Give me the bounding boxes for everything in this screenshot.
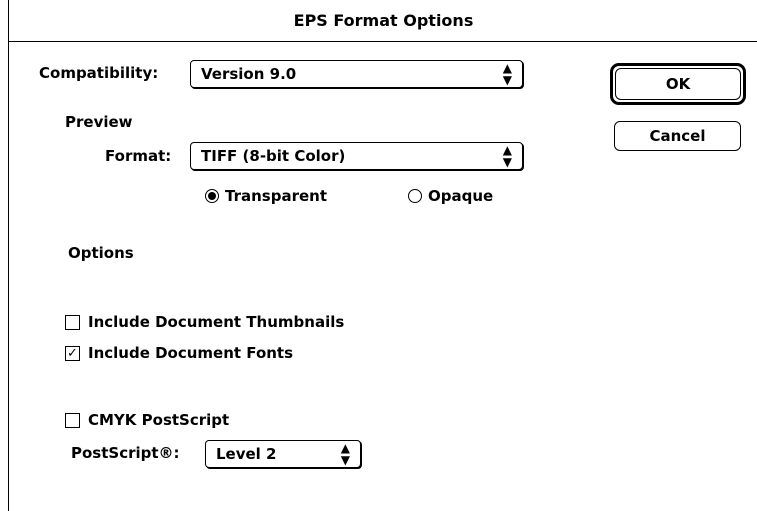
preview-heading: Preview <box>65 113 133 131</box>
compatibility-value: Version 9.0 <box>201 65 297 83</box>
updown-arrows-icon: ▲ ▼ <box>340 441 350 467</box>
updown-arrows-icon: ▲ ▼ <box>502 61 512 87</box>
compatibility-label: Compatibility: <box>39 64 159 82</box>
radio-button-unselected[interactable] <box>408 189 422 203</box>
updown-arrows-icon: ▲ ▼ <box>502 143 512 169</box>
ok-button[interactable]: OK <box>615 68 741 100</box>
radio-opaque-label: Opaque <box>428 187 494 205</box>
format-popup[interactable]: TIFF (8-bit Color) ▲ ▼ <box>190 142 523 170</box>
cancel-button[interactable]: Cancel <box>614 121 741 151</box>
eps-format-options-dialog: EPS Format Options Compatibility: Versio… <box>8 0 757 511</box>
format-value: TIFF (8-bit Color) <box>201 147 346 165</box>
cmyk-postscript-checkbox[interactable]: CMYK PostScript <box>65 411 229 429</box>
include-thumbnails-checkbox[interactable]: Include Document Thumbnails <box>65 313 344 331</box>
compatibility-popup[interactable]: Version 9.0 ▲ ▼ <box>190 60 523 88</box>
radio-transparent[interactable]: Transparent <box>205 187 327 205</box>
postscript-level-popup[interactable]: Level 2 ▲ ▼ <box>205 440 361 468</box>
radio-button-selected[interactable] <box>205 189 219 203</box>
cmyk-postscript-label: CMYK PostScript <box>88 411 230 429</box>
radio-transparent-label: Transparent <box>225 187 327 205</box>
include-fonts-label: Include Document Fonts <box>88 344 294 362</box>
postscript-level-value: Level 2 <box>216 445 277 463</box>
include-thumbnails-label: Include Document Thumbnails <box>88 313 345 331</box>
postscript-label: PostScript®: <box>71 444 180 462</box>
options-heading: Options <box>68 244 134 262</box>
checkbox-unchecked[interactable] <box>65 314 80 330</box>
format-label: Format: <box>105 147 172 165</box>
checkbox-unchecked[interactable] <box>65 412 80 428</box>
radio-opaque[interactable]: Opaque <box>408 187 493 205</box>
dialog-title: EPS Format Options <box>9 0 757 42</box>
checkbox-checked[interactable]: ✓ <box>65 345 80 361</box>
include-fonts-checkbox[interactable]: ✓ Include Document Fonts <box>65 344 293 362</box>
checkmark-icon: ✓ <box>67 345 78 361</box>
